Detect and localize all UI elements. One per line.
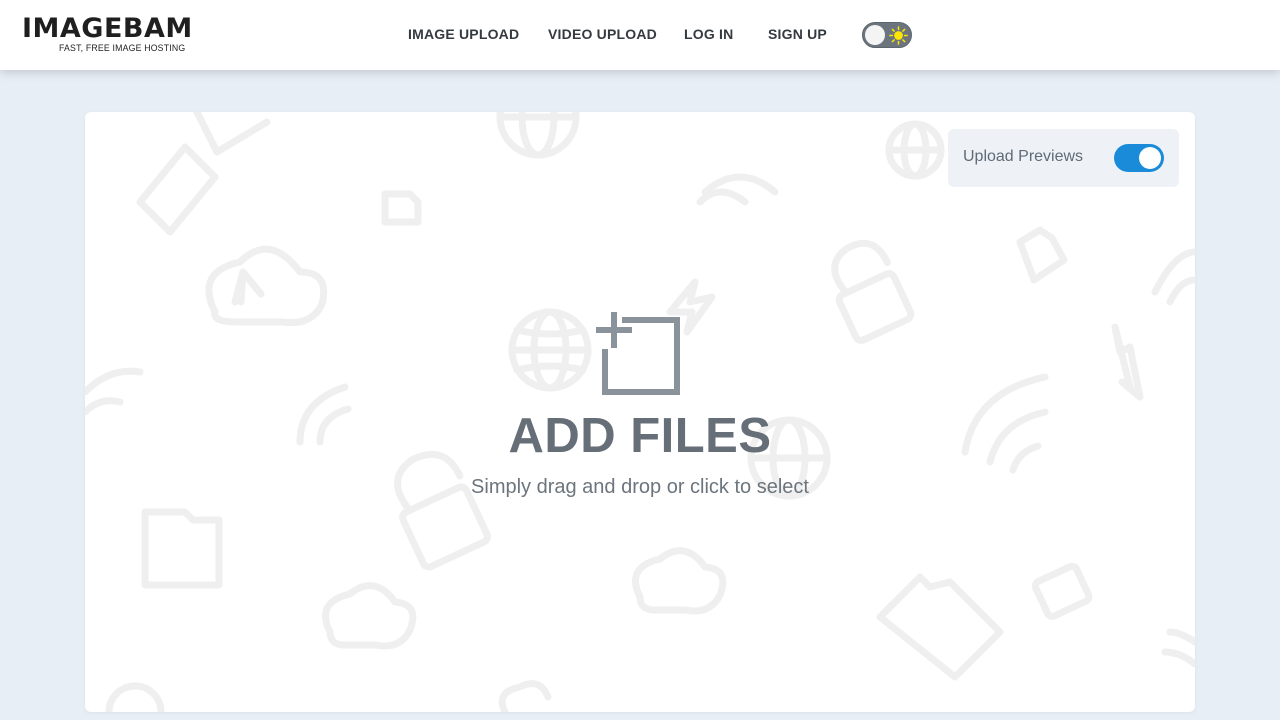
site-logo[interactable]: IMAGEBAM FAST, FREE IMAGE HOSTING bbox=[22, 14, 192, 58]
upload-previews-label: Upload Previews bbox=[963, 148, 1084, 165]
top-navbar: IMAGEBAM FAST, FREE IMAGE HOSTING IMAGE … bbox=[0, 0, 1280, 70]
sun-icon bbox=[889, 26, 908, 45]
nav-image-upload[interactable]: IMAGE UPLOAD bbox=[408, 26, 519, 42]
nav-video-upload[interactable]: VIDEO UPLOAD bbox=[548, 26, 657, 42]
add-file-icon bbox=[596, 312, 680, 395]
nav-sign-up[interactable]: SIGN UP bbox=[768, 26, 827, 42]
theme-toggle[interactable] bbox=[862, 22, 912, 48]
add-files-instructions: Simply drag and drop or click to select bbox=[471, 476, 809, 498]
upload-previews-toggle-knob bbox=[1139, 147, 1161, 169]
upload-previews-toggle[interactable] bbox=[1114, 144, 1164, 172]
upload-dropzone[interactable]: Upload Previews ADD FILES Simply drag an… bbox=[85, 112, 1195, 712]
nav-log-in[interactable]: LOG IN bbox=[684, 26, 733, 42]
theme-toggle-knob bbox=[865, 25, 885, 45]
logo-wordmark: IMAGEBAM bbox=[22, 13, 193, 44]
logo-tagline: FAST, FREE IMAGE HOSTING bbox=[59, 43, 186, 54]
upload-previews-setting: Upload Previews bbox=[948, 129, 1179, 187]
add-files-heading: ADD FILES bbox=[508, 409, 772, 463]
